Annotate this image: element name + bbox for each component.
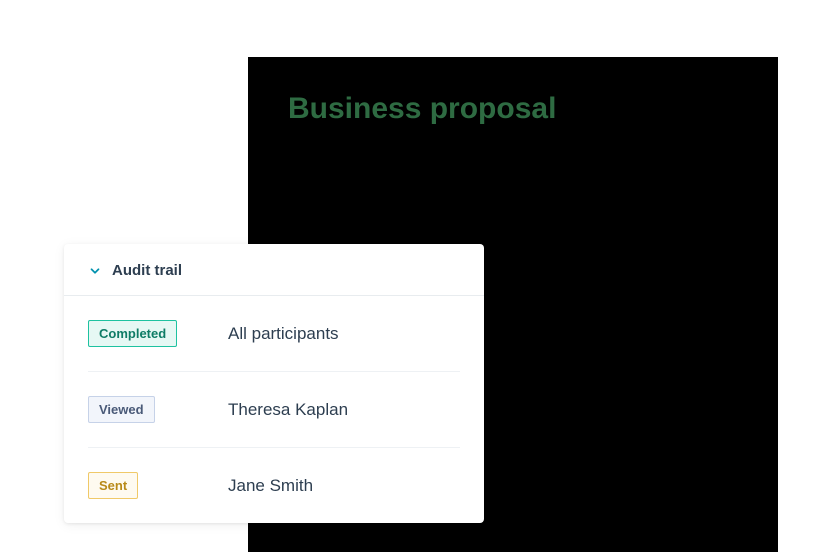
document-title: Business proposal — [288, 92, 556, 126]
status-badge-completed: Completed — [88, 320, 177, 347]
audit-trail-body: Completed All participants Viewed Theres… — [64, 296, 484, 523]
audit-row: Completed All participants — [88, 296, 460, 372]
audit-trail-title: Audit trail — [112, 262, 182, 279]
status-badge-viewed: Viewed — [88, 396, 155, 423]
participant-name: Jane Smith — [228, 476, 313, 496]
participant-name: Theresa Kaplan — [228, 400, 348, 420]
audit-trail-header[interactable]: Audit trail — [64, 244, 484, 296]
status-column: Viewed — [88, 396, 228, 423]
participant-name: All participants — [228, 324, 339, 344]
audit-row: Viewed Theresa Kaplan — [88, 372, 460, 448]
audit-row: Sent Jane Smith — [88, 448, 460, 523]
status-column: Sent — [88, 472, 228, 499]
status-badge-sent: Sent — [88, 472, 138, 499]
audit-trail-card: Audit trail Completed All participants V… — [64, 244, 484, 523]
chevron-down-icon — [88, 264, 102, 278]
status-column: Completed — [88, 320, 228, 347]
